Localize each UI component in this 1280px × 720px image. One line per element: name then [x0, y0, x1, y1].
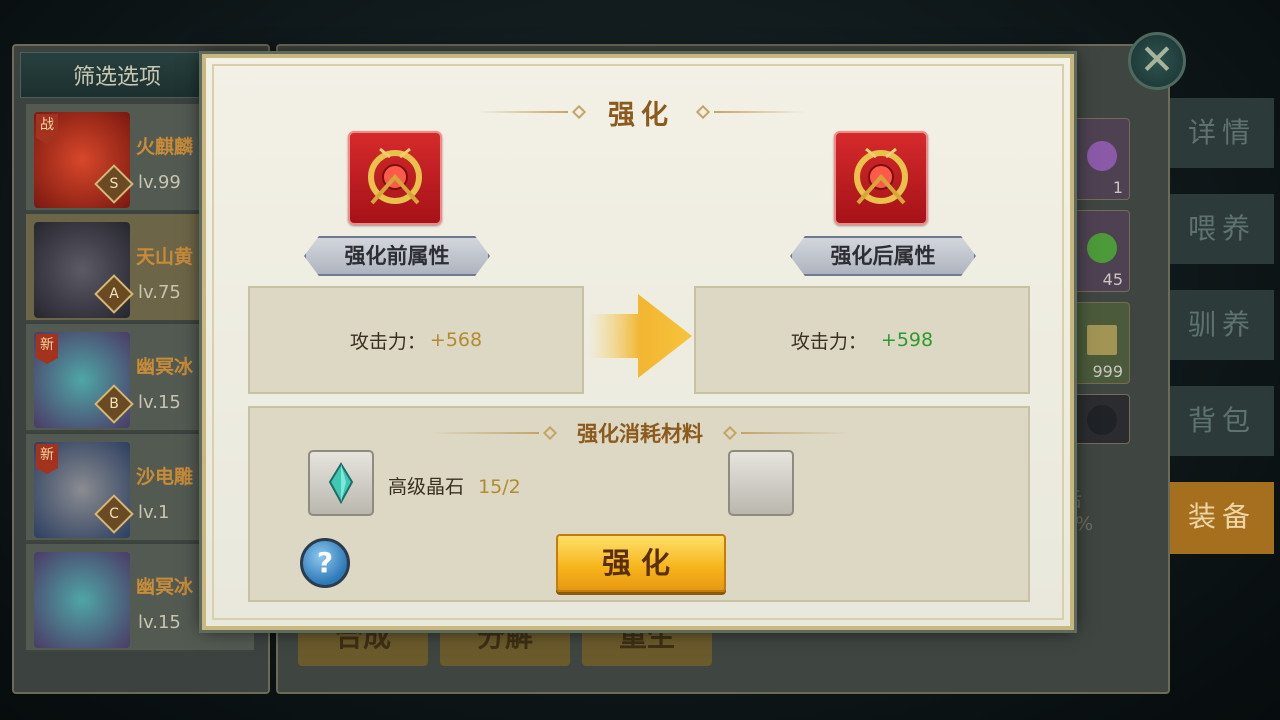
equipment-amulet-icon[interactable]: [348, 131, 442, 225]
equipment-amulet-icon[interactable]: [834, 131, 928, 225]
tab-feed[interactable]: 喂养: [1170, 194, 1274, 264]
enhance-button[interactable]: 强化: [556, 534, 726, 592]
pet-name: 火麒麟: [136, 136, 194, 158]
item-slot[interactable]: 999: [1072, 302, 1130, 384]
pet-portrait: [34, 552, 130, 648]
close-icon[interactable]: ✕: [1128, 32, 1186, 90]
material-count: 15/2: [478, 476, 521, 498]
pet-name: 沙电雕: [136, 466, 194, 488]
after-attributes-label: 强化后属性: [790, 236, 976, 276]
materials-title-row: 强化消耗材料: [430, 416, 850, 450]
materials-panel: 强化消耗材料 高级晶石 15/2 ? 强化: [248, 406, 1030, 602]
item-slot[interactable]: 45: [1072, 210, 1130, 292]
pet-name: 幽冥冰: [136, 356, 194, 378]
item-slot[interactable]: [1072, 394, 1130, 444]
enhance-dialog: 强化 强化前属性 强化后属性 攻击力： +568 攻击力： +598 强化消耗材…: [202, 54, 1074, 630]
diamond-ornament-icon: [722, 425, 738, 441]
item-slot[interactable]: 1: [1072, 118, 1130, 200]
tab-bag[interactable]: 背包: [1170, 386, 1274, 456]
diamond-ornament-icon: [542, 425, 558, 441]
diamond-ornament-icon: [571, 104, 587, 120]
arrow-right-icon: [588, 294, 692, 378]
help-icon[interactable]: ?: [300, 538, 350, 588]
pet-level: lv.1: [138, 502, 170, 523]
stat-name: 攻击力：: [349, 330, 426, 353]
title-divider-right: [714, 111, 806, 113]
pet-tag-badge: 新: [36, 334, 58, 364]
gem-icon: [1087, 233, 1117, 263]
tab-details[interactable]: 详情: [1170, 98, 1274, 168]
before-stat-box: 攻击力： +568: [248, 286, 584, 394]
tab-tame[interactable]: 驯养: [1170, 290, 1274, 360]
after-stat-box: 攻击力： +598: [694, 286, 1030, 394]
scroll-icon: [1087, 325, 1117, 355]
item-count: 1: [1112, 178, 1123, 197]
pet-name: 幽冥冰: [136, 576, 194, 598]
pet-tag-badge: 新: [36, 444, 58, 474]
diamond-ornament-icon: [695, 104, 711, 120]
pet-name: 天山黄: [136, 246, 194, 268]
dialog-title: 强化: [608, 99, 674, 131]
item-column: 1 45 999: [1072, 118, 1130, 454]
pet-tag-badge: 战: [36, 114, 58, 144]
title-divider-right: [741, 432, 850, 434]
side-tab-bar: 详情 喂养 驯养 背包 装备: [1170, 98, 1274, 580]
crystal-icon: [328, 462, 354, 505]
material-name: 高级晶石: [388, 476, 465, 498]
after-stat-value: +598: [880, 329, 934, 351]
before-attributes-label: 强化前属性: [304, 236, 490, 276]
title-divider-left: [476, 111, 568, 113]
material-label: 高级晶石 15/2: [388, 472, 521, 499]
title-divider-left: [430, 432, 539, 434]
gem-icon: [1087, 141, 1117, 171]
item-count: 45: [1102, 270, 1123, 289]
crystal-material-slot[interactable]: [308, 450, 374, 516]
materials-title: 强化消耗材料: [577, 422, 703, 446]
before-stat-value: +568: [429, 329, 483, 351]
stone-icon: [1087, 405, 1117, 435]
tab-equipment[interactable]: 装备: [1170, 482, 1274, 554]
dialog-title-row: 强化: [476, 94, 806, 131]
pet-level: lv.15: [138, 392, 181, 413]
pet-level: lv.99: [138, 172, 181, 193]
item-count: 999: [1092, 362, 1123, 381]
empty-material-slot[interactable]: [728, 450, 794, 516]
pet-level: lv.15: [138, 612, 181, 633]
pet-level: lv.75: [138, 282, 181, 303]
stat-name: 攻击力：: [790, 330, 867, 353]
